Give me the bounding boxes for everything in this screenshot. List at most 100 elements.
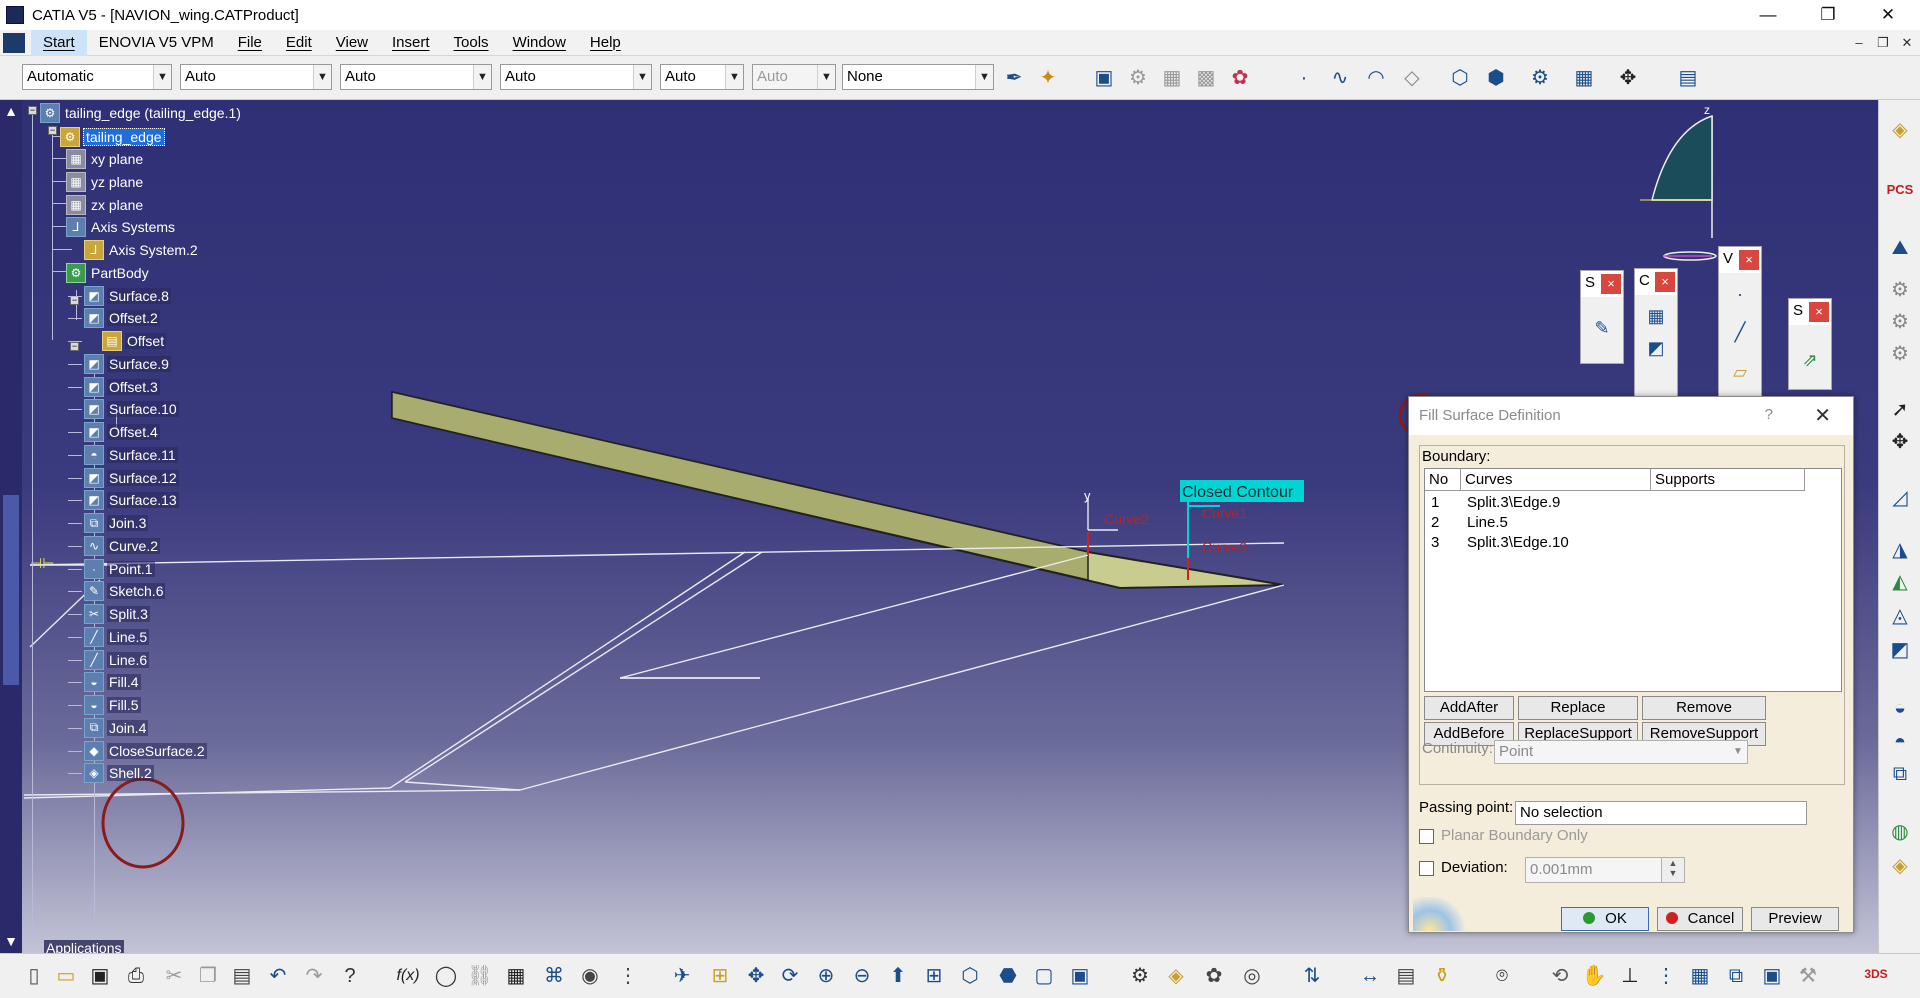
- grid-disabled-icon[interactable]: ▩: [1192, 64, 1220, 92]
- tree-item[interactable]: ◒ Fill.5: [84, 694, 141, 716]
- blend-icon[interactable]: ◩: [1886, 636, 1914, 664]
- grid-snap-icon[interactable]: ▦: [1570, 64, 1598, 92]
- loft-icon[interactable]: ◬: [1886, 602, 1914, 630]
- extrude-icon[interactable]: ⇗: [1797, 347, 1823, 373]
- join-icon[interactable]: ⧉: [1886, 760, 1914, 788]
- sweep-icon[interactable]: ◭: [1886, 568, 1914, 596]
- tree-item[interactable]: ✂ Split.3: [84, 603, 150, 625]
- refresh-icon[interactable]: ⟲: [1546, 962, 1574, 990]
- expand-toggle[interactable]: −: [48, 126, 57, 135]
- tree-item[interactable]: ◩ Surface.12: [84, 467, 179, 489]
- point-icon[interactable]: ·: [1290, 64, 1318, 92]
- column-header-curves[interactable]: Curves: [1461, 469, 1651, 491]
- axis-icon[interactable]: ⊥: [1616, 962, 1644, 990]
- parameters-icon[interactable]: ⋮: [614, 962, 642, 990]
- menu-window[interactable]: Window: [501, 30, 578, 56]
- knowledge-icon[interactable]: ◉: [576, 962, 604, 990]
- replace-button[interactable]: Replace: [1518, 696, 1638, 720]
- tree-scrollbar[interactable]: ▲ ▼: [0, 100, 22, 953]
- multi-tool-icon[interactable]: ✿: [1226, 64, 1254, 92]
- tree-item[interactable]: ▦ yz plane: [66, 171, 145, 193]
- scroll-down-icon[interactable]: ▼: [2, 932, 20, 950]
- tree-item[interactable]: ╱ Line.6: [84, 649, 150, 671]
- transparency-combo[interactable]: Auto ▼: [180, 64, 332, 90]
- tree-item[interactable]: ⅃ Axis System.2: [84, 239, 200, 261]
- rendering-style-combo[interactable]: Auto ▼: [752, 64, 836, 90]
- tree-item[interactable]: ◓ Surface.11: [84, 444, 178, 466]
- offset-icon[interactable]: ◓: [1886, 728, 1914, 756]
- tree-item[interactable]: ◆ CloseSurface.2: [84, 740, 207, 762]
- deviation-checkbox[interactable]: [1419, 861, 1434, 876]
- chevron-down-icon[interactable]: ▼: [817, 65, 835, 89]
- preview-button[interactable]: Preview: [1751, 907, 1839, 931]
- zoom-out-icon[interactable]: ⊖: [848, 962, 876, 990]
- print-icon[interactable]: ⎙: [122, 962, 150, 990]
- tree-item[interactable]: ⧉ Join.3: [84, 512, 149, 534]
- menu-enovia[interactable]: ENOVIA V5 VPM: [87, 30, 226, 56]
- undo-icon[interactable]: ↶: [264, 962, 292, 990]
- restore-button[interactable]: ❐: [1800, 0, 1856, 30]
- tree-item[interactable]: ⅃ Axis Systems: [66, 216, 177, 238]
- expand-toggle[interactable]: −: [70, 342, 79, 351]
- boundary-list[interactable]: No Curves Supports 1 Split.3\Edge.9 2 Li…: [1424, 468, 1842, 692]
- swap-visible-icon[interactable]: ▣: [1066, 962, 1094, 990]
- tree-item[interactable]: ⧉ Join.4: [84, 717, 149, 739]
- chevron-down-icon[interactable]: ▼: [313, 65, 331, 89]
- measure-item-icon[interactable]: ▤: [1392, 962, 1420, 990]
- rotate-icon[interactable]: ⟳: [776, 962, 804, 990]
- tree-item[interactable]: ◩ Surface.9: [84, 353, 171, 375]
- view-iso-icon[interactable]: ⬢: [1482, 64, 1510, 92]
- tool-disabled-icon[interactable]: ⚙: [1886, 308, 1914, 336]
- link-icon[interactable]: ⛓: [466, 962, 494, 990]
- expand-toggle[interactable]: −: [28, 106, 37, 115]
- table-row[interactable]: 2 Line.5: [1425, 513, 1841, 533]
- continuity-combo[interactable]: Point ▼: [1494, 740, 1748, 764]
- layer-combo[interactable]: None ▼: [842, 64, 994, 90]
- line-thickness-combo[interactable]: Auto ▼: [340, 64, 492, 90]
- mdi-minimize-button[interactable]: ‒: [1850, 34, 1868, 52]
- tree-item[interactable]: ⚙ PartBody: [66, 262, 151, 284]
- material-icon[interactable]: ◈: [1162, 962, 1190, 990]
- assembly-icon[interactable]: ⚙: [1526, 64, 1554, 92]
- copy-icon[interactable]: ❐: [194, 962, 222, 990]
- disabled-tool-icon[interactable]: ⚒: [1794, 962, 1822, 990]
- point-icon[interactable]: ·: [1727, 281, 1753, 307]
- compass-icon[interactable]: ✥: [1886, 428, 1914, 456]
- menu-start[interactable]: Start: [31, 29, 87, 56]
- table-disabled-icon[interactable]: ▦: [1158, 64, 1186, 92]
- tree-item[interactable]: ◩ Surface.13: [84, 489, 179, 511]
- help-icon[interactable]: ?: [1765, 406, 1773, 423]
- linetype-combo[interactable]: Auto ▼: [500, 64, 652, 90]
- passing-point-field[interactable]: No selection: [1515, 801, 1807, 825]
- pan-icon[interactable]: ✥: [742, 962, 770, 990]
- menu-edit[interactable]: Edit: [274, 30, 324, 56]
- column-header-supports[interactable]: Supports: [1651, 469, 1805, 491]
- grid-icon[interactable]: ▦: [1643, 303, 1669, 329]
- extrude-surface-icon[interactable]: ◮: [1886, 536, 1914, 564]
- fit-all-icon[interactable]: ⊞: [706, 962, 734, 990]
- tree-item[interactable]: ◩ Surface.8: [84, 285, 171, 307]
- hand-icon[interactable]: ✋: [1580, 962, 1608, 990]
- close-icon[interactable]: ×: [1655, 272, 1675, 292]
- menu-view[interactable]: View: [324, 30, 380, 56]
- fill-icon[interactable]: ◒: [1886, 694, 1914, 722]
- scrollbar-thumb[interactable]: [3, 495, 19, 685]
- box-icon[interactable]: ▣: [1758, 962, 1786, 990]
- color-combo[interactable]: Automatic ▼: [22, 64, 172, 90]
- planar-boundary-checkbox[interactable]: [1419, 829, 1434, 844]
- tree-item[interactable]: ◈ Shell.2: [84, 762, 154, 784]
- chevron-down-icon[interactable]: ▼: [633, 65, 651, 89]
- tree-item[interactable]: ◩ Offset.2: [84, 307, 160, 329]
- comment-icon[interactable]: ◯: [432, 962, 460, 990]
- save-icon[interactable]: ▣: [86, 962, 114, 990]
- redo-icon[interactable]: ↷: [300, 962, 328, 990]
- add-after-button[interactable]: AddAfter: [1424, 696, 1514, 720]
- view-front-icon[interactable]: ⬡: [1446, 64, 1474, 92]
- table-row[interactable]: 3 Split.3\Edge.10: [1425, 533, 1841, 553]
- grid-icon[interactable]: ▦: [1686, 962, 1714, 990]
- deviation-spinner[interactable]: ▲ ▼: [1661, 857, 1685, 883]
- table-icon[interactable]: ▦: [502, 962, 530, 990]
- hide-show-icon[interactable]: ▢: [1030, 962, 1058, 990]
- curve-icon[interactable]: ∿: [1326, 64, 1354, 92]
- measure-inertia-icon[interactable]: ⚱: [1428, 962, 1456, 990]
